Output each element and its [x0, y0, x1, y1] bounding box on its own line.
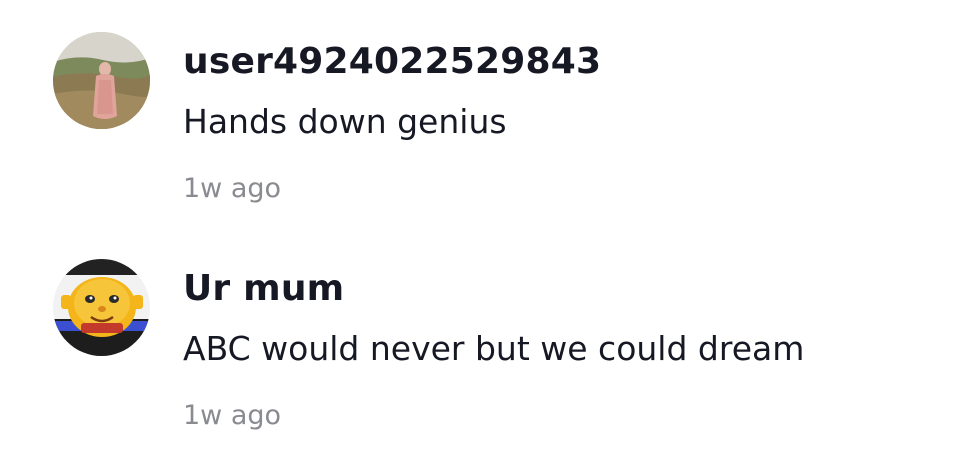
- comment-text: Hands down genius: [183, 102, 507, 141]
- user-avatar[interactable]: [53, 32, 150, 129]
- comment-item: Ur mum ABC would never but we could drea…: [0, 255, 980, 455]
- comment-username[interactable]: Ur mum: [183, 267, 344, 311]
- comment-item: user4924022529843 Hands down genius 1w a…: [0, 28, 980, 228]
- cartoon-character-icon: [53, 259, 150, 356]
- comment-timestamp: 1w ago: [183, 173, 282, 204]
- user-avatar[interactable]: [53, 259, 150, 356]
- comment-list: user4924022529843 Hands down genius 1w a…: [0, 0, 980, 456]
- landscape-photo-icon: [53, 32, 150, 129]
- comment-text: ABC would never but we could dream: [183, 329, 805, 368]
- comment-username[interactable]: user4924022529843: [183, 40, 601, 84]
- comment-timestamp: 1w ago: [183, 400, 282, 431]
